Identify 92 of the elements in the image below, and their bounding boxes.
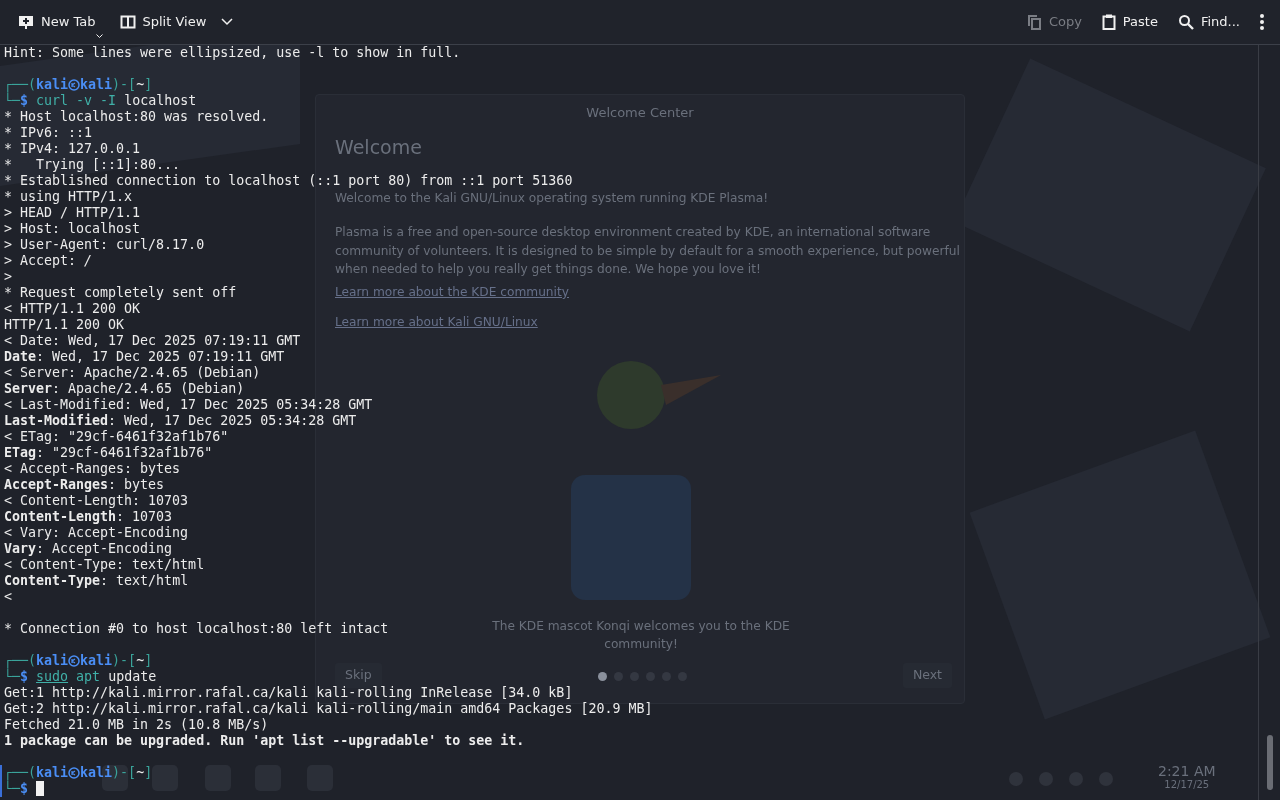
- prompt-directory: ~: [136, 77, 145, 92]
- command-text: update: [108, 669, 157, 684]
- output-line: < Date: Wed, 17 Dec 2025 07:19:11 GMT: [4, 333, 301, 348]
- output-line: Get:2 http://kali.mirror.rafal.ca/kali kali-rolling/main amd64 Packages [20.9 MB]: [4, 701, 653, 716]
- page-heading: Welcome: [335, 135, 422, 160]
- toolbar-button[interactable]: Paste: [1093, 8, 1166, 36]
- output-line: * IPv4: 127.0.0.1: [4, 141, 141, 156]
- output-line: Hint: Some lines were ellipsized, use -l to show in full.: [4, 45, 461, 60]
- toolbar-button[interactable]: Split View: [111, 8, 242, 36]
- link[interactable]: Learn more about Kali GNU/Linux: [335, 313, 538, 332]
- page-dot[interactable]: [598, 672, 607, 681]
- output-line: < Accept-Ranges: bytes: [4, 461, 181, 476]
- prompt-frame: └─: [4, 781, 20, 796]
- toolbar-button[interactable]: New Tab: [10, 8, 104, 36]
- clock-date: 12/17/25: [1163, 778, 1211, 792]
- output-line: * Connection #0 to host localhost:80 left intact: [4, 621, 389, 636]
- output-line: <: [4, 589, 12, 604]
- prompt-symbol: $: [20, 781, 29, 796]
- kali-symbol-icon: [68, 655, 81, 667]
- output-line: * Host localhost:80 was resolved.: [4, 109, 269, 124]
- next-button[interactable]: Next: [902, 663, 952, 688]
- prompt-frame: ┌──(: [4, 77, 37, 92]
- output-line: * Request completely sent off: [4, 285, 237, 300]
- caption: The KDE mascot Konqi welcomes you to the KDE community!: [491, 618, 791, 653]
- tab-plus-icon: [18, 14, 34, 30]
- output-line: HTTP/1.1 200 OK: [4, 317, 125, 332]
- output-line: Server: Apache/2.4.65 (Debian): [4, 381, 245, 396]
- output-line: Last-Modified: Wed, 17 Dec 2025 05:34:28 GMT: [4, 413, 357, 428]
- prompt-frame: └─: [4, 93, 20, 108]
- prompt-host: kali: [80, 77, 113, 92]
- prompt-frame: └─: [4, 669, 20, 684]
- output-line: 1 package can be upgraded. Run 'apt list --upgradable' to see it.: [4, 733, 525, 748]
- command-text: apt: [76, 669, 101, 684]
- prompt-directory: ~: [136, 765, 145, 780]
- output-line: Accept-Ranges: bytes: [4, 477, 165, 492]
- output-line: < Server: Apache/2.4.65 (Debian): [4, 365, 261, 380]
- prompt-user: kali: [36, 765, 69, 780]
- output-line: > Host: localhost: [4, 221, 141, 236]
- prompt-symbol: $: [20, 669, 29, 684]
- output-line: < HTTP/1.1 200 OK: [4, 301, 141, 316]
- search-icon: [1177, 14, 1194, 30]
- output-line: Content-Length: 10703: [4, 509, 173, 524]
- command-text: sudo: [36, 669, 69, 684]
- output-line: * using HTTP/1.x: [4, 189, 133, 204]
- output-line: Get:1 http://kali.mirror.rafal.ca/kali kali-rolling InRelease [34.0 kB]: [4, 685, 573, 700]
- output-line: Fetched 21.0 MB in 2s (10.8 MB/s): [4, 717, 269, 732]
- prompt-host: kali: [80, 765, 113, 780]
- output-line: * Established connection to localhost (::1 port 80) from ::1 port 51360: [4, 173, 573, 188]
- prompt-frame: ┌──(: [4, 765, 37, 780]
- prompt-frame: ]: [144, 77, 153, 92]
- output-line: * IPv6: ::1: [4, 125, 93, 140]
- split-view-icon: [119, 14, 136, 30]
- output-line: Vary: Accept-Encoding: [4, 541, 173, 556]
- clock-time: 2:21 AM: [1158, 764, 1216, 778]
- output-line: < Last-Modified: Wed, 17 Dec 2025 05:34:28 GMT: [4, 397, 373, 412]
- output-line: ETag: "29cf-6461f32af1b76": [4, 445, 213, 460]
- scrollbar-thumb[interactable]: [1267, 735, 1273, 790]
- prompt-symbol: $: [20, 93, 29, 108]
- output-line: > User-Agent: curl/8.17.0: [4, 237, 205, 252]
- output-line: > Accept: /: [4, 253, 93, 268]
- window-title: Welcome Center: [585, 104, 695, 122]
- prompt-directory: ~: [136, 653, 145, 668]
- prompt-frame: )-[: [112, 765, 137, 780]
- prompt-frame: ┌──(: [4, 653, 37, 668]
- output-line: < Content-Type: text/html: [4, 557, 205, 572]
- prompt-frame: ]: [144, 765, 153, 780]
- output-line: < Content-Length: 10703: [4, 493, 189, 508]
- prompt-frame: )-[: [112, 77, 137, 92]
- link[interactable]: Learn more about the KDE community: [335, 283, 569, 302]
- caret-icon: [96, 33, 103, 39]
- output-line: < ETag: "29cf-6461f32af1b76": [4, 429, 229, 444]
- chevron-down-icon: [221, 18, 234, 26]
- prompt-frame: ]: [144, 653, 153, 668]
- command-text: localhost: [124, 93, 197, 108]
- paragraph: Welcome to the Kali GNU/Linux operating system running KDE Plasma!: [335, 190, 770, 207]
- copy-icon: [1026, 14, 1042, 30]
- output-line: Date: Wed, 17 Dec 2025 07:19:11 GMT: [4, 349, 285, 364]
- prompt-frame: )-[: [112, 653, 137, 668]
- output-line: * Trying [::1]:80...: [4, 157, 181, 172]
- kali-symbol-icon: [68, 767, 81, 779]
- output-line: < Vary: Accept-Encoding: [4, 525, 189, 540]
- clipboard-icon: [1101, 14, 1116, 30]
- toolbar-button[interactable]: Find...: [1169, 8, 1248, 36]
- command-text: curl -v -I: [36, 93, 117, 108]
- prompt-host: kali: [80, 653, 113, 668]
- output-line: > HEAD / HTTP/1.1: [4, 205, 141, 220]
- output-line: Content-Type: text/html: [4, 573, 189, 588]
- prompt-user: kali: [36, 77, 69, 92]
- paragraph: Plasma is a free and open-source desktop environment created by KDE, an international software community of volunteers. It is designed to be simple by default for a smooth experience, but powerful when needed to help you really get things done. We hope you love it!: [335, 224, 960, 278]
- output-line: >: [4, 269, 12, 284]
- prompt-user: kali: [36, 653, 69, 668]
- kali-symbol-icon: [68, 79, 81, 91]
